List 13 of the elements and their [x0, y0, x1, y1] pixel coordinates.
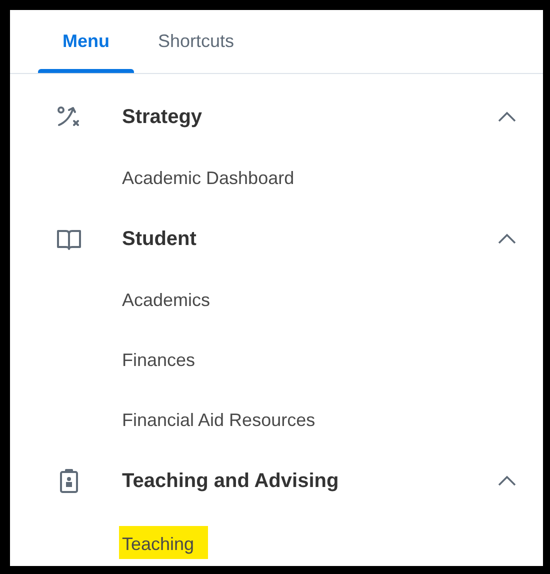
chevron-icon[interactable] — [497, 475, 517, 487]
menu-item[interactable]: Financial Aid Resources — [119, 408, 318, 432]
chevron-icon[interactable] — [497, 233, 517, 245]
menu-item[interactable]: Finances — [119, 348, 198, 372]
tab[interactable]: Shortcuts — [134, 10, 258, 73]
section-title[interactable]: Student — [122, 228, 497, 250]
menu-item[interactable]: Academics — [119, 288, 214, 312]
section-title[interactable]: Teaching and Advising — [122, 470, 497, 492]
menu-item[interactable]: Teaching — [119, 526, 208, 558]
tab[interactable]: Menu — [38, 10, 134, 73]
section-title[interactable]: Strategy — [122, 106, 497, 128]
chevron-icon[interactable] — [497, 111, 517, 123]
menu-item[interactable]: Academic Dashboard — [119, 166, 298, 190]
